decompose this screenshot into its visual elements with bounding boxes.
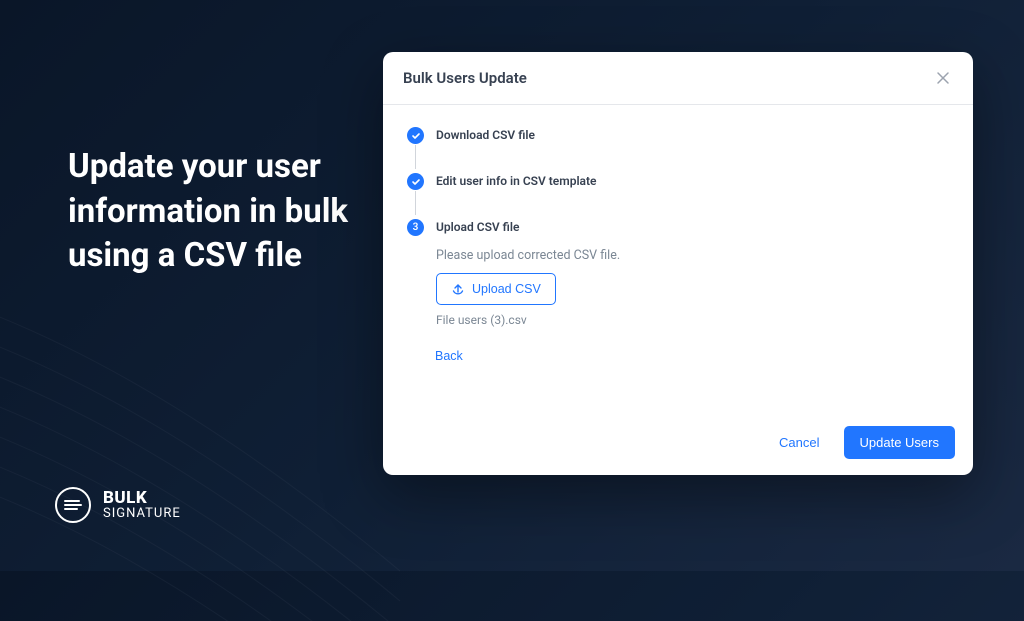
check-icon [411,177,421,187]
bulk-update-modal: Bulk Users Update Download CSV file [383,52,973,475]
modal-footer: Cancel Update Users [383,410,973,475]
hero-headline: Update your user information in bulk usi… [68,145,378,279]
cancel-button[interactable]: Cancel [769,427,829,458]
upload-icon [451,282,465,296]
logo-icon [55,487,91,523]
modal-body: Download CSV file Edit user info in CSV … [383,105,973,374]
brand-name-bottom: SIGNATURE [103,507,181,520]
step-marker-done [407,127,424,144]
upload-button-label: Upload CSV [472,282,541,296]
back-button[interactable]: Back [435,349,463,363]
step-download: Download CSV file [407,127,953,173]
upload-csv-button[interactable]: Upload CSV [436,273,556,305]
brand-name-top: BULK [103,490,181,507]
step-label: Edit user info in CSV template [436,173,953,190]
step-edit: Edit user info in CSV template [407,173,953,219]
close-icon [936,71,950,85]
brand-logo: BULK SIGNATURE [55,487,181,523]
step-label: Upload CSV file [436,219,953,236]
upload-instruction: Please upload corrected CSV file. [436,248,953,263]
step-list: Download CSV file Edit user info in CSV … [407,127,953,327]
step-marker-done [407,173,424,190]
check-icon [411,131,421,141]
step-upload: 3 Upload CSV file Please upload correcte… [407,219,953,327]
step-marker-current: 3 [407,219,424,236]
step-detail: Please upload corrected CSV file. Upload… [436,248,953,327]
step-number: 3 [413,222,419,233]
modal-title: Bulk Users Update [403,69,527,87]
step-connector [415,191,416,215]
step-connector [415,145,416,169]
step-label: Download CSV file [436,127,953,144]
selected-file-name: File users (3).csv [436,313,953,327]
close-button[interactable] [933,68,953,88]
update-users-button[interactable]: Update Users [844,426,955,459]
modal-header: Bulk Users Update [383,52,973,105]
